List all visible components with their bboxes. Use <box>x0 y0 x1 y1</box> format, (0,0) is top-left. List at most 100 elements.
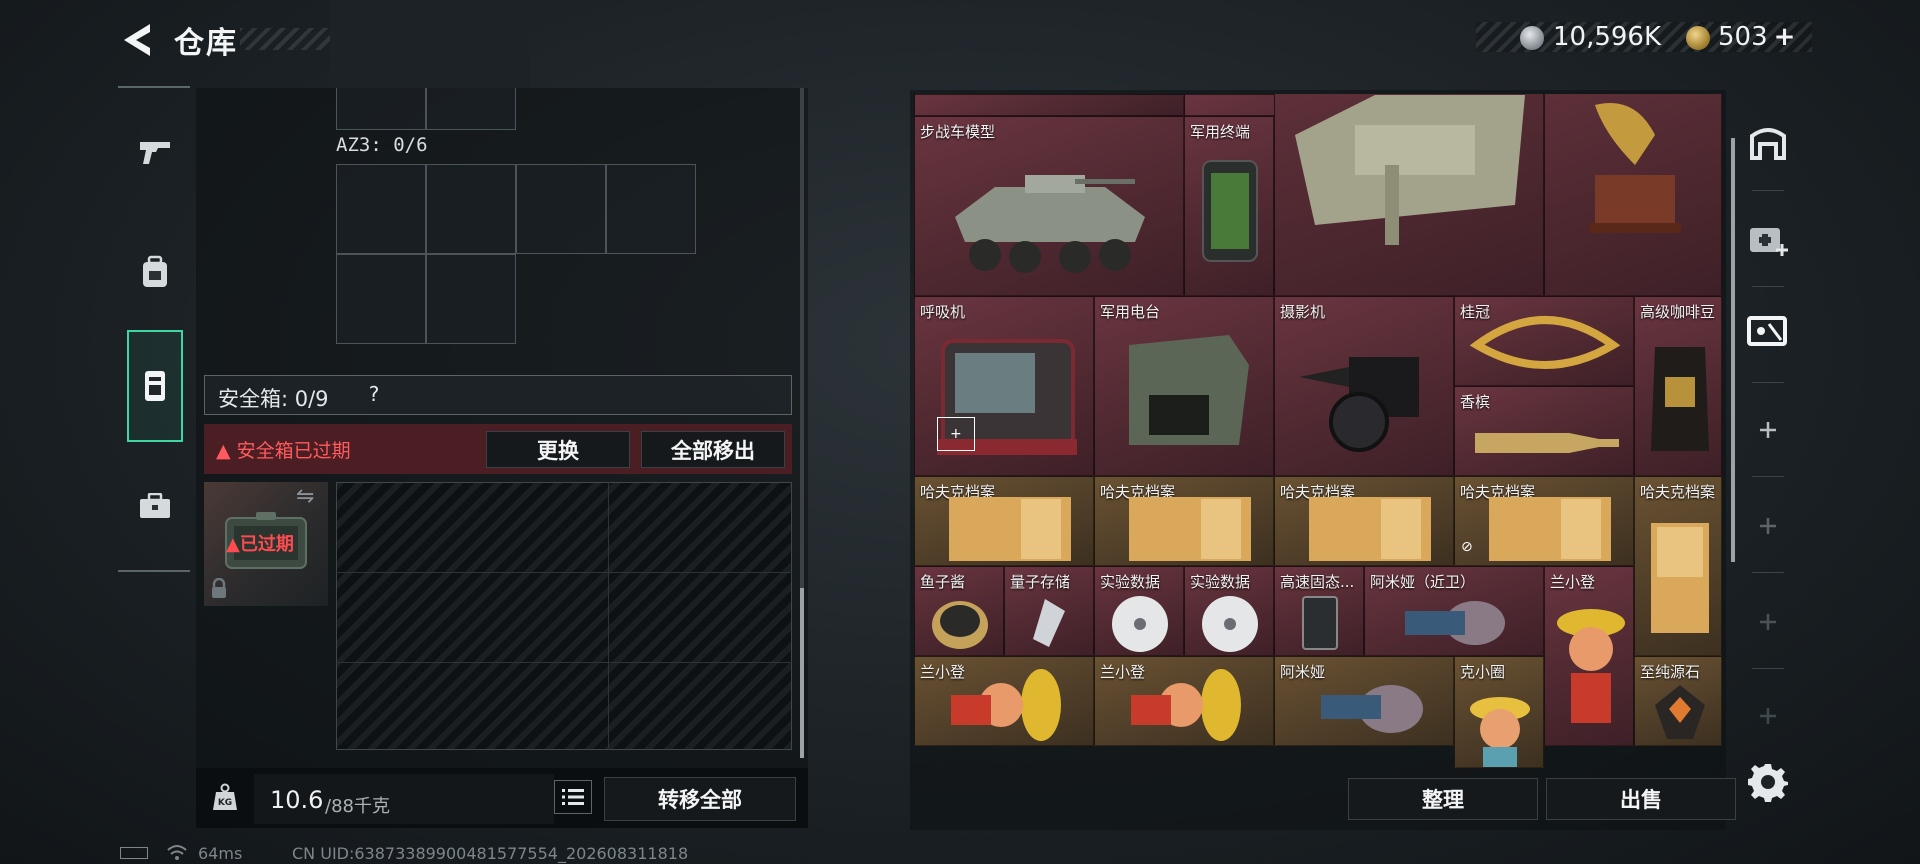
item-tank-model[interactable] <box>1274 94 1544 296</box>
item-haavk-file[interactable]: 哈夫克档案 <box>914 476 1094 566</box>
item-laurel-crown[interactable]: 桂冠 <box>1454 296 1634 386</box>
rail-garage-button[interactable] <box>1746 120 1790 164</box>
item-label: 量子存储 <box>1010 573 1071 591</box>
tab-toolbox[interactable] <box>127 470 183 542</box>
tab-backpack[interactable] <box>127 236 183 308</box>
item-amiya-guard[interactable]: 阿米娅（近卫） <box>1364 566 1544 656</box>
safebox-grid[interactable] <box>336 482 792 750</box>
coffee-bag-icon <box>1651 347 1709 451</box>
expired-notice-text: 安全箱已过期 <box>236 440 351 462</box>
az3-slot[interactable] <box>426 164 516 254</box>
no-insurance-icon: ⊘ <box>1461 539 1473 555</box>
grid-divider <box>336 662 792 663</box>
item-gramophone[interactable] <box>1544 94 1722 296</box>
item-haavk-file[interactable]: 哈夫克档案 <box>1634 476 1722 656</box>
safebox-capacity-label: 安全箱: 0/9 <box>218 387 329 411</box>
usb-drive-icon <box>1033 599 1065 647</box>
warning-icon: ▲ <box>216 440 231 462</box>
radio-icon <box>1129 335 1249 445</box>
sell-button[interactable]: 出售 <box>1546 778 1736 820</box>
back-arrow-icon <box>124 24 150 56</box>
camera-icon <box>1299 357 1419 452</box>
settings-button[interactable] <box>1748 762 1788 802</box>
rail-divider <box>1752 476 1784 477</box>
disc-icon <box>1112 596 1168 652</box>
item-military-terminal[interactable]: 军用终端 <box>1184 116 1274 296</box>
move-all-out-button[interactable]: 全部移出 <box>641 431 785 468</box>
transfer-all-button[interactable]: 转移全部 <box>604 777 796 821</box>
battery-icon <box>120 847 148 859</box>
gold-coin-icon <box>1686 26 1710 50</box>
tank-model-icon <box>1295 95 1525 245</box>
item-ke-xiaoquan[interactable]: 克小圈 <box>1454 656 1544 768</box>
item-premium-coffee-beans[interactable]: 高级咖啡豆 <box>1634 296 1722 476</box>
tidy-button[interactable]: 整理 <box>1348 778 1538 820</box>
az3-slot[interactable] <box>426 254 516 344</box>
az3-slot[interactable] <box>516 164 606 254</box>
champagne-icon <box>1475 433 1619 453</box>
rail-add-button[interactable] <box>1746 408 1790 452</box>
item-originium[interactable]: 至纯源石 <box>1634 656 1722 746</box>
az3-slot[interactable] <box>336 164 426 254</box>
item-champagne[interactable]: 香槟 <box>1454 386 1634 476</box>
rail-divider <box>1752 668 1784 669</box>
rail-add-button[interactable] <box>1746 504 1790 548</box>
help-button[interactable]: ? <box>360 382 388 408</box>
lock-icon <box>210 577 228 604</box>
item-ssd[interactable]: 高速固态... <box>1274 566 1364 656</box>
rail-add-button[interactable] <box>1746 694 1790 738</box>
garage-icon <box>1750 128 1786 160</box>
list-icon <box>562 789 584 805</box>
item-ifv-model[interactable]: 步战车模型 <box>914 116 1184 296</box>
item-experiment-data[interactable]: 实验数据 <box>1184 566 1274 656</box>
silver-coin-icon <box>1520 26 1544 50</box>
item-haavk-file[interactable]: 哈夫克档案 <box>1274 476 1454 566</box>
left-scrollbar-thumb[interactable] <box>800 588 804 758</box>
item-military-radio[interactable]: 军用电台 <box>1094 296 1274 476</box>
medkit-add-icon <box>1750 228 1788 256</box>
item-lan-xiaodeng[interactable]: 兰小登 <box>914 656 1094 746</box>
list-view-button[interactable] <box>554 780 592 814</box>
item-label: 哈夫克档案 <box>1640 483 1716 501</box>
item-lan-xiaodeng[interactable]: 兰小登 <box>1544 566 1634 746</box>
rail-add-medkit-button[interactable] <box>1746 216 1790 260</box>
item-amiya[interactable]: 阿米娅 <box>1274 656 1454 746</box>
item-experiment-data[interactable]: 实验数据 <box>1094 566 1184 656</box>
warning-icon: ▲ <box>226 534 240 555</box>
item-video-camera[interactable]: 摄影机 <box>1274 296 1454 476</box>
figure-icon <box>1405 601 1505 645</box>
tab-weapons[interactable] <box>127 116 183 188</box>
item-ventilator[interactable]: 呼吸机 + <box>914 296 1094 476</box>
weight-icon: KG <box>210 782 240 812</box>
rail-ticket-button[interactable] <box>1746 310 1790 354</box>
item-haavk-file[interactable]: 哈夫克档案 ⊘ <box>1454 476 1634 566</box>
tab-safebox[interactable] <box>127 330 183 442</box>
replace-button[interactable]: 更换 <box>486 431 630 468</box>
item-quantum-storage[interactable]: 量子存储 <box>1004 566 1094 656</box>
item-label: 高速固态... <box>1280 573 1355 591</box>
back-button[interactable] <box>118 20 154 60</box>
add-currency-button[interactable]: + <box>1774 22 1796 52</box>
item-label: 克小圈 <box>1460 663 1506 681</box>
plus-icon <box>1760 708 1776 724</box>
gold-coin-value[interactable]: 503 + <box>1718 22 1795 52</box>
plus-icon <box>1760 518 1776 534</box>
rail-add-button[interactable] <box>1746 600 1790 644</box>
az3-capacity-label: AZ3: 0/6 <box>336 134 428 156</box>
swap-icon[interactable]: ⇋ <box>296 484 314 509</box>
az3-slot[interactable] <box>336 254 426 344</box>
add-to-favorites-marker[interactable]: + <box>937 417 975 451</box>
item-haavk-file[interactable]: 哈夫克档案 <box>1094 476 1274 566</box>
pistol-icon <box>140 142 170 164</box>
silver-coin-value: 10,596K <box>1553 22 1662 52</box>
safebox-icon <box>145 371 165 401</box>
rail-divider <box>1752 382 1784 383</box>
az3-slot[interactable] <box>606 164 696 254</box>
rail-divider <box>1752 286 1784 287</box>
item-lan-xiaodeng[interactable]: 兰小登 <box>1094 656 1274 746</box>
item-partial[interactable] <box>914 94 1184 116</box>
item-label: 摄影机 <box>1280 303 1326 321</box>
right-scrollbar[interactable] <box>1731 138 1735 562</box>
item-label: 实验数据 <box>1100 573 1161 591</box>
item-caviar[interactable]: 鱼子酱 <box>914 566 1004 656</box>
